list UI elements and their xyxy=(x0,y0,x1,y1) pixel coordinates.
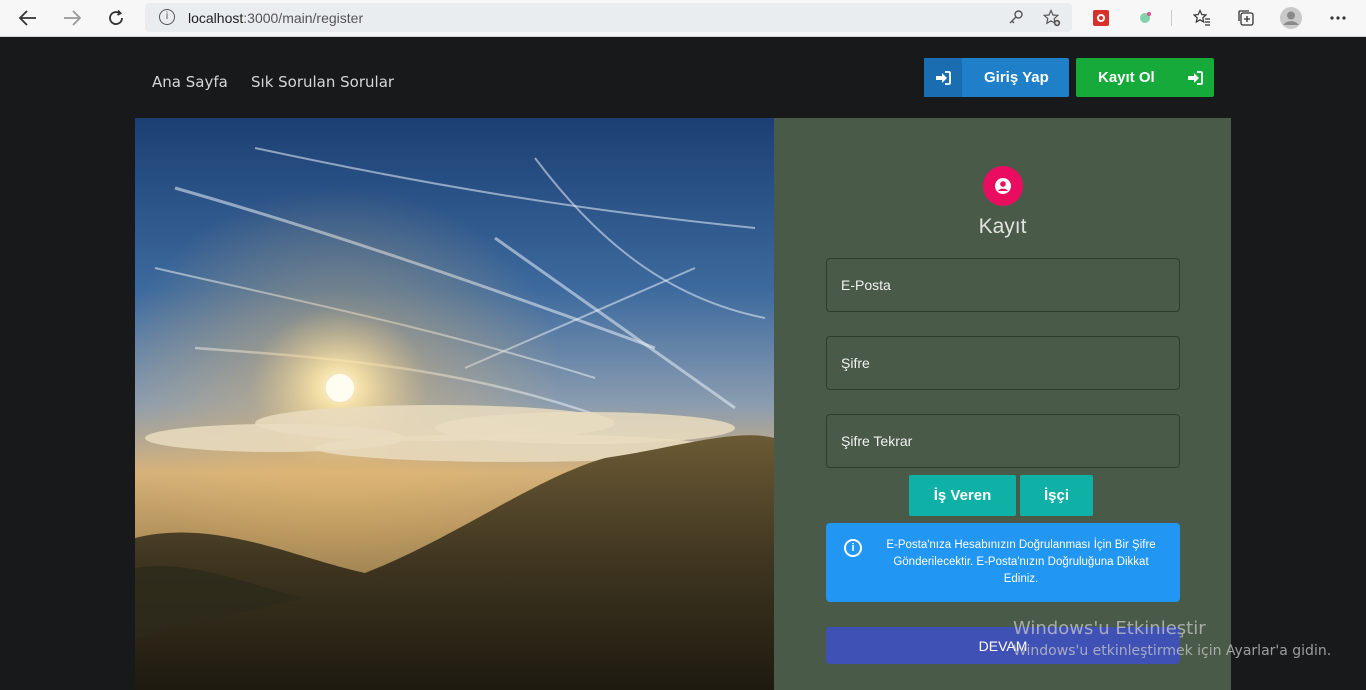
collections-icon[interactable] xyxy=(1235,7,1257,29)
register-button[interactable]: Kayıt Ol xyxy=(1076,58,1214,97)
profile-avatar-icon[interactable] xyxy=(1280,7,1302,29)
key-icon[interactable] xyxy=(1007,9,1025,27)
favorites-icon[interactable] xyxy=(1191,7,1213,29)
extension-icon-green[interactable] xyxy=(1134,7,1156,29)
refresh-icon[interactable] xyxy=(102,5,130,31)
password-input[interactable] xyxy=(827,337,1179,389)
account-circle-icon xyxy=(983,166,1023,206)
info-alert: i E-Posta'nıza Hesabınızın Doğrulanması … xyxy=(826,523,1180,602)
login-button-label: Giriş Yap xyxy=(984,69,1049,86)
watermark-title: Windows'u Etkinleştir xyxy=(1013,618,1206,639)
register-panel: Kayıt İş Veren İşçi i E-Posta'nıza Hesab… xyxy=(774,118,1231,690)
info-alert-text: E-Posta'nıza Hesabınızın Doğrulanması İç… xyxy=(886,539,1156,585)
info-icon: i xyxy=(844,539,862,557)
favorite-add-icon[interactable] xyxy=(1042,9,1061,27)
more-menu-icon[interactable] xyxy=(1327,7,1349,29)
nav-link-home[interactable]: Ana Sayfa xyxy=(152,73,228,91)
toolbar-divider xyxy=(1171,10,1172,26)
sign-in-icon xyxy=(1176,58,1214,97)
employer-role-button[interactable]: İş Veren xyxy=(909,475,1016,516)
address-bar[interactable]: i localhost:3000/main/register xyxy=(145,3,1072,32)
register-button-label: Kayıt Ol xyxy=(1098,69,1155,86)
password-repeat-input[interactable] xyxy=(827,415,1179,467)
email-input[interactable] xyxy=(827,259,1179,311)
worker-role-button[interactable]: İşçi xyxy=(1020,475,1093,516)
nav-link-faq[interactable]: Sık Sorulan Sorular xyxy=(251,73,394,91)
windows-activation-watermark: Windows'u Etkinleştir Windows'u etkinleş… xyxy=(1013,618,1331,659)
browser-toolbar: i localhost:3000/main/register xyxy=(0,0,1366,37)
password-field-box xyxy=(826,336,1180,390)
login-button[interactable]: Giriş Yap xyxy=(924,58,1069,97)
back-arrow-icon[interactable] xyxy=(14,5,42,31)
extension-icon-red[interactable] xyxy=(1090,7,1112,29)
email-field-box xyxy=(826,258,1180,312)
watermark-subtitle: Windows'u etkinleştirmek için Ayarlar'a … xyxy=(1013,643,1332,659)
url-text[interactable]: localhost:3000/main/register xyxy=(188,10,363,26)
password-repeat-field-box xyxy=(826,414,1180,468)
site-info-icon[interactable]: i xyxy=(159,9,175,25)
forward-arrow-icon[interactable] xyxy=(58,5,86,31)
hero-landscape-image xyxy=(135,118,774,690)
form-title: Kayıt xyxy=(978,215,1027,238)
sign-in-icon xyxy=(924,58,962,97)
